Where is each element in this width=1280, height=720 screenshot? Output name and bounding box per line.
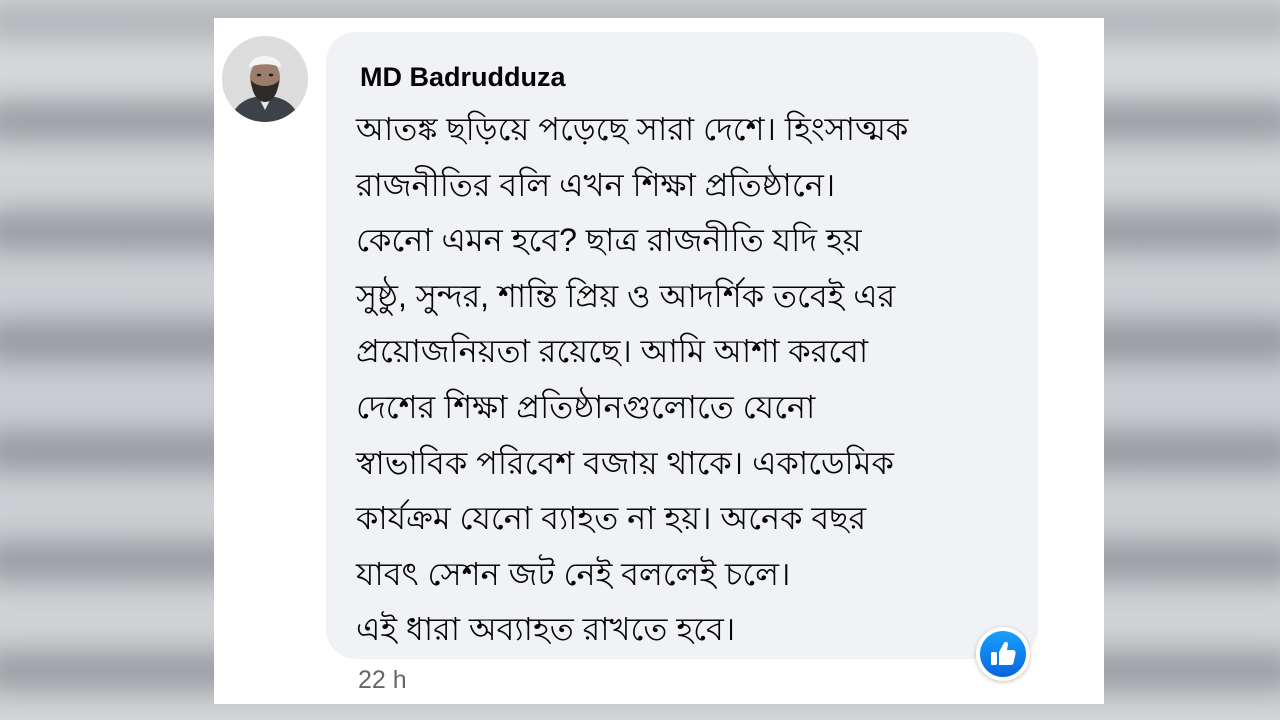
comment-text-line: আতঙ্ক ছড়িয়ে পড়েছে সারা দেশে। হিংসাত্ম… — [356, 111, 909, 147]
comment-text-line: যাবৎ সেশন জট নেই বললেই চলে। — [356, 555, 791, 592]
like-reaction-badge[interactable] — [976, 627, 1030, 681]
like-icon — [980, 631, 1026, 677]
comment-text-line: রাজনীতির বলি এখন শিক্ষা প্রতিষ্ঠানে। — [356, 166, 836, 203]
comment-author-name[interactable]: MD Badrudduza — [360, 62, 566, 93]
comment-timestamp[interactable]: 22 h — [358, 666, 407, 695]
avatar-image — [222, 36, 308, 122]
comment-text-line: স্বাভাবিক পরিবেশ বজায় থাকে। একাডেমিক — [356, 444, 894, 481]
comment-text-line: কেনো এমন হবে? ছাত্র রাজনীতি যদি হয় — [356, 222, 862, 259]
comment-text-line: এই ধারা অব্যাহত রাখতে হবে। — [356, 611, 736, 648]
comment-text-line: কার্যক্রম যেনো ব্যাহত না হয়। অনেক বছর — [356, 500, 867, 537]
comment-text-line: প্রয়োজনিয়তা রয়েছে। আমি আশা করবো — [356, 333, 869, 370]
comment-card: MD Badrudduza আতঙ্ক ছড়িয়ে পড়েছে সারা … — [214, 18, 1104, 704]
comment-text-line: দেশের শিক্ষা প্রতিষ্ঠানগুলোতে যেনো — [356, 388, 816, 425]
comment-text-line: সুষ্ঠু, সুন্দর, শান্তি প্রিয় ও আদর্শিক … — [356, 277, 896, 314]
avatar[interactable] — [222, 36, 308, 122]
comment-text: আতঙ্ক ছড়িয়ে পড়েছে সারা দেশে। হিংসাত্ম… — [356, 102, 1026, 658]
